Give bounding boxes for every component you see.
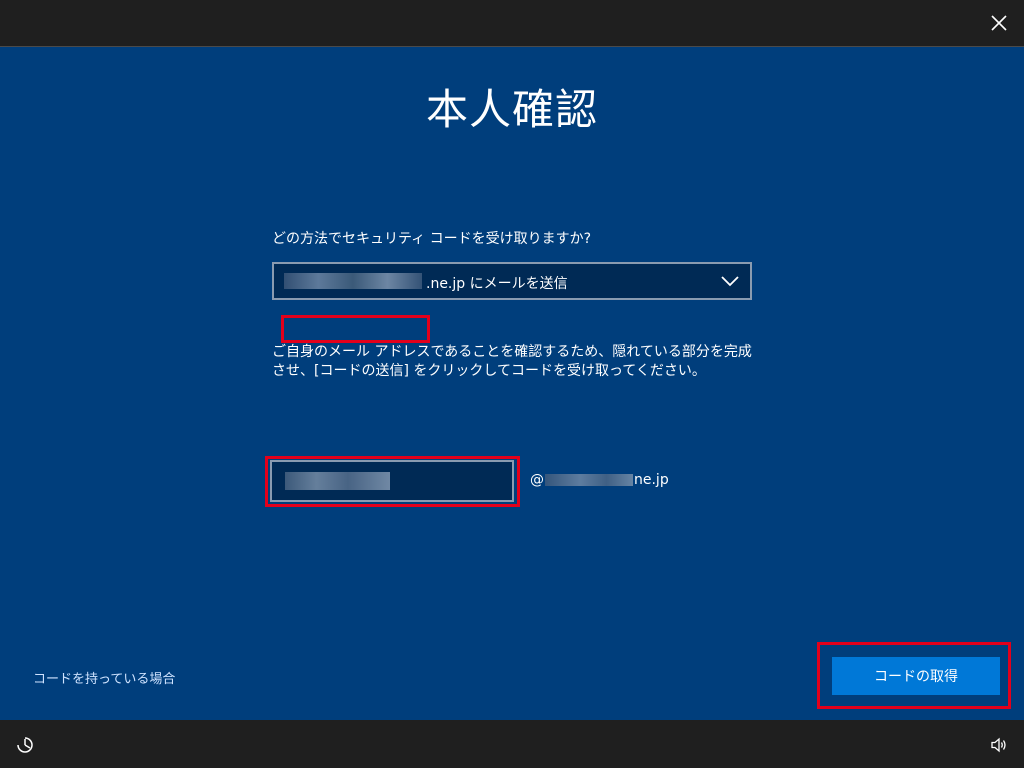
redacted-domain xyxy=(545,474,633,486)
method-select[interactable]: .ne.jp にメールを送信 xyxy=(272,262,752,300)
have-code-link[interactable]: コードを持っている場合 xyxy=(33,668,175,687)
instruction-text: ご自身のメール アドレスであることを確認するため、隠れている部分を完成させ、[コ… xyxy=(272,344,752,379)
ease-of-access-icon[interactable] xyxy=(15,735,35,755)
redacted-email-prefix xyxy=(284,273,422,289)
get-code-button[interactable]: コードの取得 xyxy=(832,657,1000,695)
bottom-bar xyxy=(0,720,1024,768)
email-part-input[interactable] xyxy=(270,460,514,502)
main-panel xyxy=(0,47,1024,720)
domain-at-sign: @ xyxy=(530,472,544,488)
domain-text: ne.jp xyxy=(634,472,669,488)
page-title: 本人確認 xyxy=(425,85,598,134)
top-bar xyxy=(0,0,1024,47)
close-button[interactable] xyxy=(986,10,1012,36)
method-select-value: .ne.jp にメールを送信 xyxy=(426,276,568,292)
email-domain-suffix: @ ne.jp xyxy=(530,472,669,488)
method-question-label: どの方法でセキュリティ コードを受け取りますか? xyxy=(272,231,592,247)
chevron-down-icon xyxy=(721,276,739,287)
volume-icon[interactable] xyxy=(990,736,1008,754)
close-icon xyxy=(991,15,1007,31)
